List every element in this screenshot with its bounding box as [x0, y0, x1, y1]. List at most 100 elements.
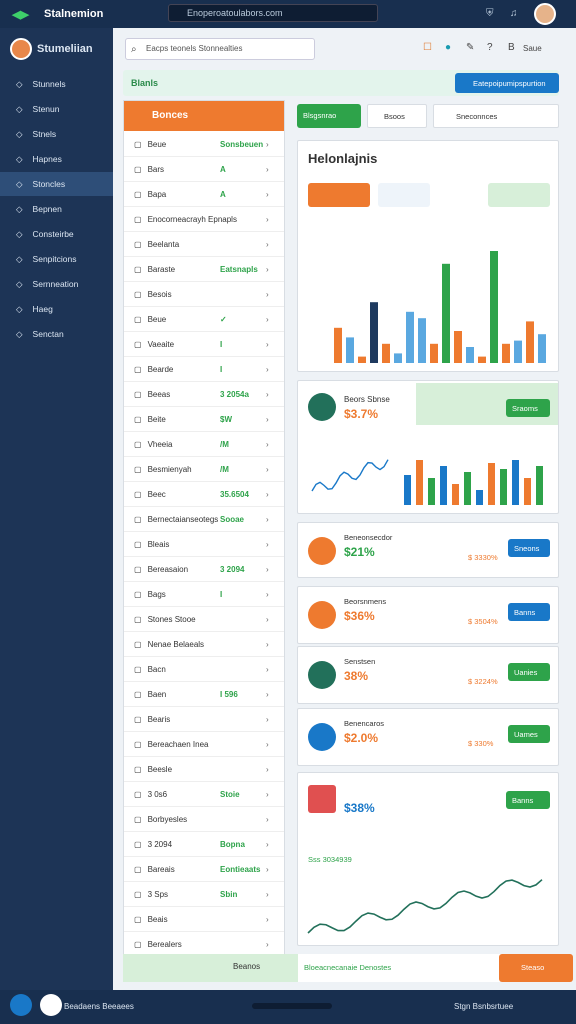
chevron-icon[interactable]: › — [266, 840, 269, 849]
left-row[interactable]: ▢ Nenae Belaeals › — [124, 633, 284, 657]
bottom-chip[interactable]: Beanos — [233, 962, 260, 971]
chevron-icon[interactable]: › — [266, 740, 269, 749]
sidebar-item-1[interactable]: ◇ Stenun — [0, 97, 113, 121]
chevron-icon[interactable]: › — [266, 690, 269, 699]
kpi-button[interactable]: Sneons — [508, 539, 550, 557]
chevron-icon[interactable]: › — [266, 240, 269, 249]
chevron-icon[interactable]: › — [266, 890, 269, 899]
chevron-icon[interactable]: › — [266, 640, 269, 649]
chevron-icon[interactable]: › — [266, 715, 269, 724]
sidebar-item-0[interactable]: ◇ Stunnels — [0, 72, 113, 96]
sidebar-item-7[interactable]: ◇ Senpitcions — [0, 247, 113, 271]
kpi-button[interactable]: Banns — [508, 603, 550, 621]
left-row[interactable]: ▢ Beec 35.6504 › — [124, 483, 284, 507]
chevron-icon[interactable]: › — [266, 215, 269, 224]
kpi-button[interactable]: Uames — [508, 725, 550, 743]
chevron-icon[interactable]: › — [266, 140, 269, 149]
left-row[interactable]: ▢ Bereasaion 3 2094 › — [124, 558, 284, 582]
chevron-icon[interactable]: › — [266, 390, 269, 399]
left-row[interactable]: ▢ 3 2094 Bopna › — [124, 833, 284, 857]
chevron-icon[interactable]: › — [266, 465, 269, 474]
left-row[interactable]: ▢ Baen I 596 › — [124, 683, 284, 707]
avatar[interactable] — [534, 3, 556, 25]
sidebar-item-2[interactable]: ◇ Stnels — [0, 122, 113, 146]
edit-icon[interactable]: ✎ — [466, 42, 474, 53]
view-dropdown[interactable]: Eatepoipumipspurtion — [455, 73, 559, 93]
chevron-icon[interactable]: › — [266, 940, 269, 949]
left-row[interactable]: ▢ Bernectaianseotegs Sooae › — [124, 508, 284, 532]
left-row[interactable]: ▢ Beite $W › — [124, 408, 284, 432]
chevron-icon[interactable]: › — [266, 590, 269, 599]
sidebar-item-4[interactable]: ◇ Stoncles — [0, 172, 113, 196]
address-bar[interactable]: Enoperoatoulabors.com — [168, 4, 378, 22]
notification-icon[interactable]: ☐ — [423, 42, 432, 53]
legend-chip-4[interactable] — [488, 183, 550, 207]
left-row[interactable]: ▢ 3 Sps Sbin › — [124, 883, 284, 907]
sidebar-item-10[interactable]: ◇ Senctan — [0, 322, 113, 346]
chevron-icon[interactable]: › — [266, 915, 269, 924]
legend-chip-1[interactable] — [308, 183, 370, 207]
chevron-icon[interactable]: › — [266, 865, 269, 874]
left-row[interactable]: ▢ Besois › — [124, 283, 284, 307]
legend-chip-2[interactable] — [378, 183, 430, 207]
trend-button[interactable]: Banns — [506, 791, 550, 809]
sidebar-item-9[interactable]: ◇ Haeg — [0, 297, 113, 321]
chevron-icon[interactable]: › — [266, 540, 269, 549]
left-row[interactable]: ▢ Beais › — [124, 908, 284, 932]
panel2-button[interactable]: Sraoms — [506, 399, 550, 417]
left-row[interactable]: ▢ Beue Sonsbeuen › — [124, 133, 284, 157]
plug-icon[interactable]: ● — [445, 42, 451, 53]
chevron-icon[interactable]: › — [266, 290, 269, 299]
kpi-button[interactable]: Uanies — [508, 663, 550, 681]
chevron-icon[interactable]: › — [266, 665, 269, 674]
chevron-icon[interactable]: › — [266, 340, 269, 349]
left-row[interactable]: ▢ Bereachaen Inea › — [124, 733, 284, 757]
left-row[interactable]: ▢ Borbyesles › — [124, 808, 284, 832]
sidebar-item-6[interactable]: ◇ Consteirbe — [0, 222, 113, 246]
left-row[interactable]: ▢ Bearis › — [124, 708, 284, 732]
tab-button-3[interactable]: Sneconnces — [433, 104, 559, 128]
chevron-icon[interactable]: › — [266, 490, 269, 499]
globe-icon[interactable] — [10, 994, 32, 1016]
chevron-icon[interactable]: › — [266, 515, 269, 524]
left-row[interactable]: ▢ Baraste Eatsnapls › — [124, 258, 284, 282]
help-icon[interactable]: ? — [487, 42, 493, 53]
left-row[interactable]: ▢ Vaeaite I › — [124, 333, 284, 357]
left-row[interactable]: ▢ Enocorneacrayh Epnapls › — [124, 208, 284, 232]
sidebar-item-8[interactable]: ◇ Sernneation — [0, 272, 113, 296]
left-row[interactable]: ▢ Vheeia/M › — [124, 433, 284, 457]
bell-icon[interactable]: ♫ — [510, 8, 518, 19]
chevron-icon[interactable]: › — [266, 565, 269, 574]
chevron-icon[interactable]: › — [266, 165, 269, 174]
left-row[interactable]: ▢ Bearde I › — [124, 358, 284, 382]
left-row[interactable]: ▢ Beelanta › — [124, 233, 284, 257]
chevron-icon[interactable]: › — [266, 365, 269, 374]
user-label[interactable]: Saue — [523, 44, 542, 53]
left-row[interactable]: ▢ Stones Stooe › — [124, 608, 284, 632]
sidebar-item-3[interactable]: ◇ Hapnes — [0, 147, 113, 171]
chevron-icon[interactable]: › — [266, 315, 269, 324]
tab-button-1[interactable]: Blsgsnrao — [297, 104, 361, 128]
bottom-action-button[interactable]: Steaso — [499, 954, 573, 982]
chevron-icon[interactable]: › — [266, 190, 269, 199]
chevron-icon[interactable]: › — [266, 615, 269, 624]
user-avatar[interactable] — [40, 994, 62, 1016]
left-row[interactable]: ▢ Beeas 3 2054a › — [124, 383, 284, 407]
left-row[interactable]: ▢ Bapa A › — [124, 183, 284, 207]
left-row[interactable]: ▢ Bars A › — [124, 158, 284, 182]
left-row[interactable]: ▢ 3 0s6 Stoie › — [124, 783, 284, 807]
chevron-icon[interactable]: › — [266, 440, 269, 449]
left-row[interactable]: ▢ Bleais › — [124, 533, 284, 557]
user-icon[interactable]: B — [508, 42, 515, 53]
left-row[interactable]: ▢ Beesle › — [124, 758, 284, 782]
shield-icon[interactable]: ⛨ — [486, 8, 494, 19]
chevron-icon[interactable]: › — [266, 265, 269, 274]
chevron-icon[interactable]: › — [266, 765, 269, 774]
left-row[interactable]: ▢ Besmienyah/M › — [124, 458, 284, 482]
progress-bar[interactable] — [252, 1003, 332, 1009]
left-row[interactable]: ▢ Bacn › — [124, 658, 284, 682]
left-row[interactable]: ▢ Beue ✓ › — [124, 308, 284, 332]
tab-button-2[interactable]: Bsoos — [367, 104, 427, 128]
chevron-icon[interactable]: › — [266, 790, 269, 799]
left-row[interactable]: ▢ Bags I › — [124, 583, 284, 607]
